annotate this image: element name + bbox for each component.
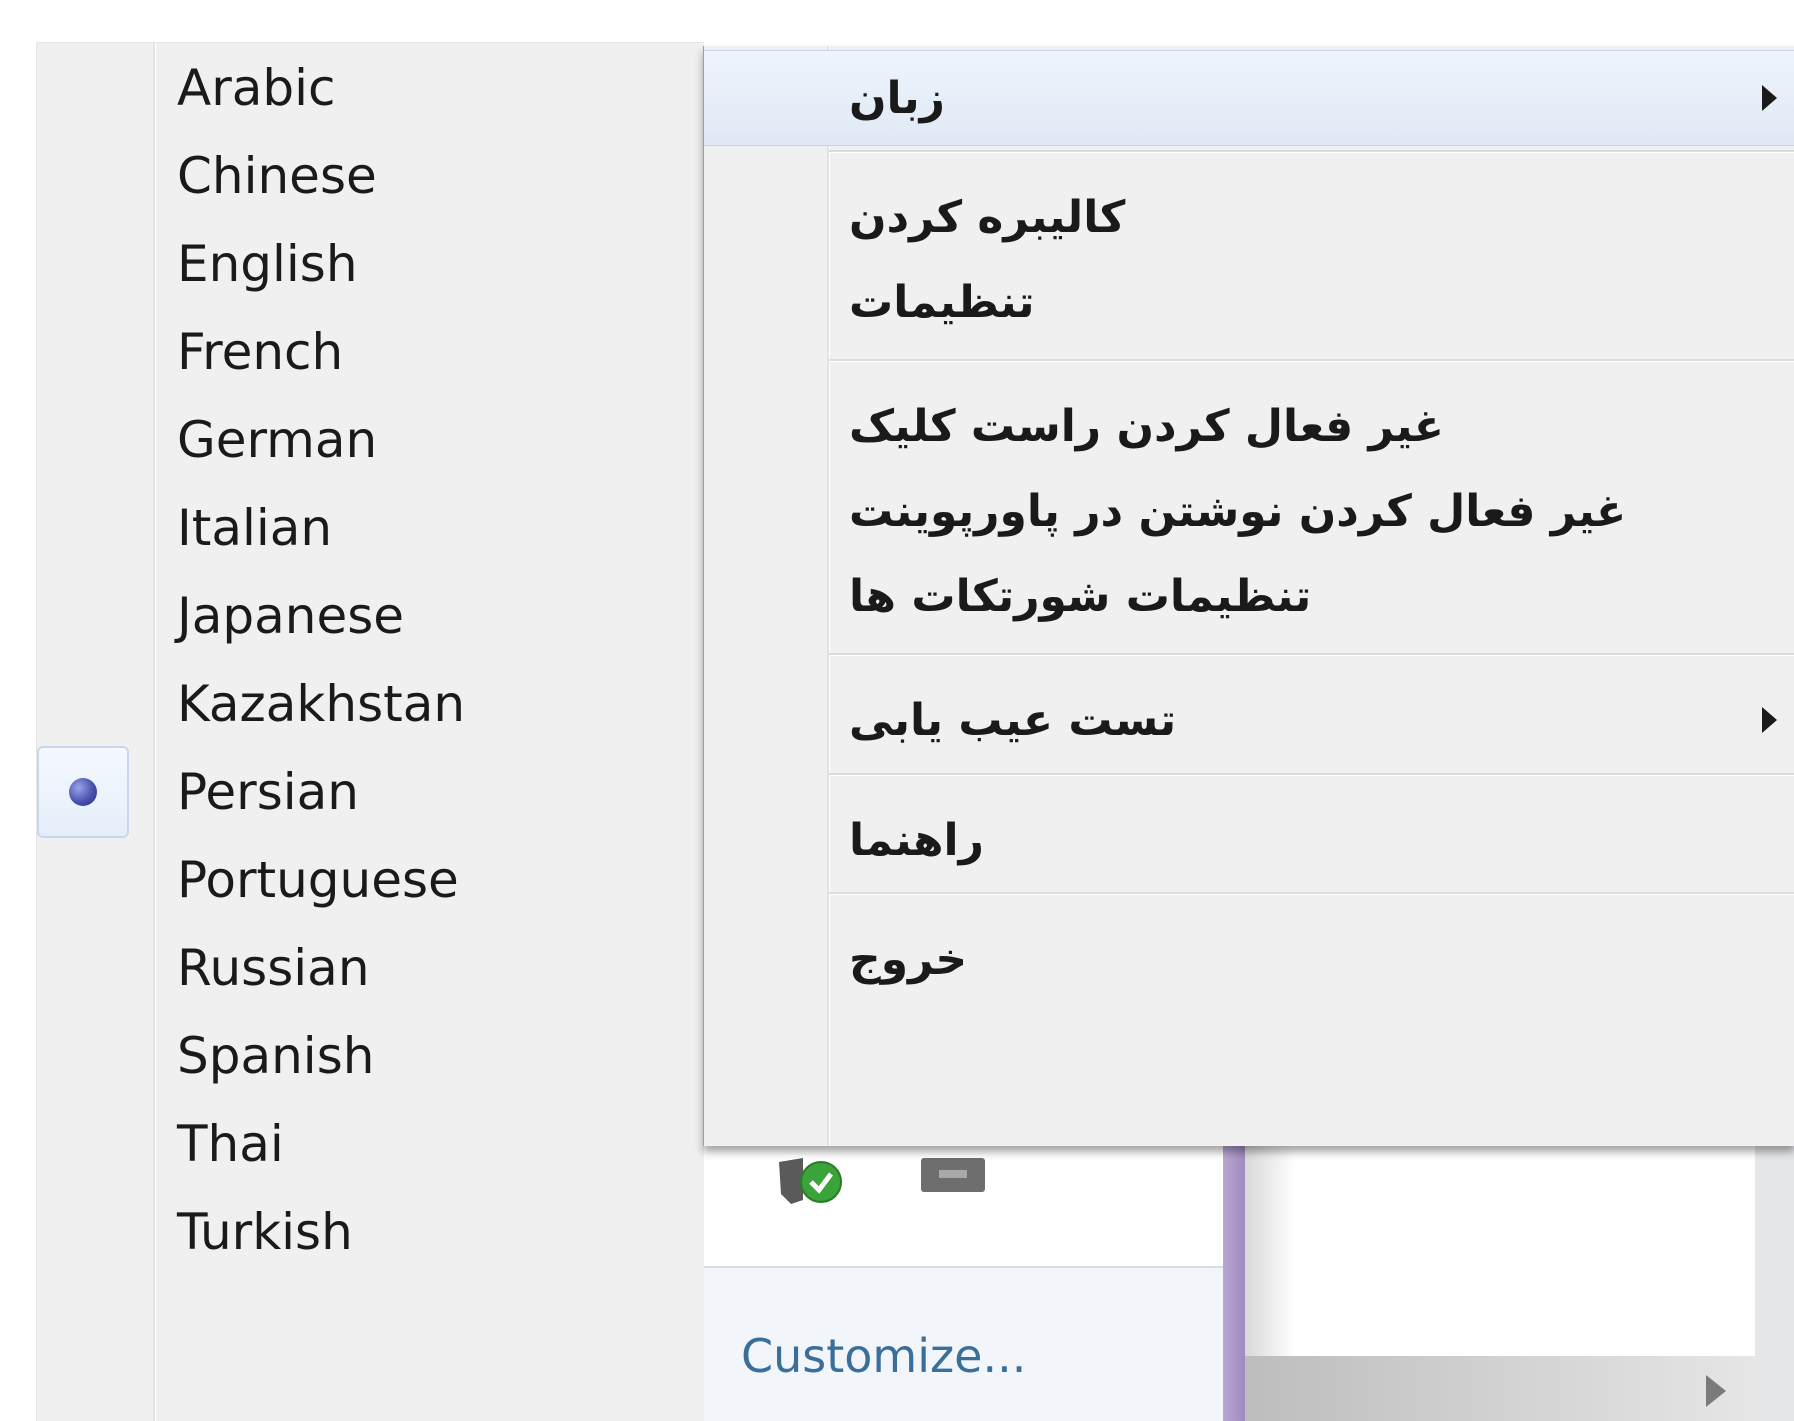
network-icon[interactable] bbox=[921, 1158, 985, 1192]
menu-item-language-kazakhstan[interactable]: Kazakhstan bbox=[177, 659, 465, 749]
menu-item-language-chinese[interactable]: Chinese bbox=[177, 131, 377, 221]
menu-item-language-russian[interactable]: Russian bbox=[177, 923, 370, 1013]
security-check-icon[interactable] bbox=[773, 1154, 845, 1208]
menu-separator bbox=[829, 359, 1794, 362]
radio-dot-icon bbox=[69, 778, 97, 806]
menu-item-language-persian[interactable]: Persian bbox=[177, 747, 359, 837]
menu-item-language-italian[interactable]: Italian bbox=[177, 483, 332, 573]
menu-item-language-arabic[interactable]: Arabic bbox=[177, 43, 336, 133]
menu-item-language-turkish[interactable]: Turkish bbox=[177, 1187, 353, 1277]
menu-item-language[interactable]: زبان bbox=[704, 50, 1794, 146]
chevron-right-icon[interactable] bbox=[1706, 1375, 1726, 1407]
menu-item-language-japanese[interactable]: Japanese bbox=[177, 571, 404, 661]
language-submenu: Arabic Chinese English French German Italian J… bbox=[36, 42, 704, 1421]
menu-item-label: تنظیمات bbox=[849, 277, 1035, 328]
menu-item-label: کالیبره کردن bbox=[849, 192, 1126, 243]
menu-item-label: راهنما bbox=[849, 815, 984, 866]
menu-item-help[interactable]: راهنما bbox=[704, 793, 1794, 889]
submenu-arrow-icon bbox=[1762, 707, 1777, 733]
menu-item-exit[interactable]: خروج bbox=[704, 912, 1794, 1008]
right-edge-panel bbox=[1755, 1146, 1794, 1421]
menu-item-language-french[interactable]: French bbox=[177, 307, 343, 397]
window-border bbox=[1223, 1146, 1245, 1421]
menu-gutter bbox=[153, 43, 156, 1421]
menu-separator bbox=[829, 653, 1794, 656]
menu-item-language-english[interactable]: English bbox=[177, 219, 358, 309]
menu-item-disable-right-click[interactable]: غیر فعال کردن راست کلیک bbox=[704, 379, 1794, 475]
menu-item-label: خروج bbox=[849, 934, 968, 985]
background-menu-strip bbox=[1245, 1356, 1755, 1421]
menu-item-language-german[interactable]: German bbox=[177, 395, 377, 485]
menu-separator bbox=[829, 892, 1794, 895]
menu-item-label: تست عیب یابی bbox=[849, 695, 1177, 746]
menu-item-shortcut-settings[interactable]: تنظیمات شورتکات ها bbox=[704, 549, 1794, 645]
menu-item-label: غیر فعال کردن نوشتن در پاورپوینت bbox=[849, 486, 1627, 537]
menu-item-label: غیر فعال کردن راست کلیک bbox=[849, 401, 1444, 452]
menu-item-calibrate[interactable]: کالیبره کردن bbox=[704, 170, 1794, 266]
menu-item-language-portuguese[interactable]: Portuguese bbox=[177, 835, 459, 925]
radio-selection-box bbox=[37, 746, 129, 838]
menu-separator bbox=[829, 773, 1794, 776]
menu-item-label: تنظیمات شورتکات ها bbox=[849, 571, 1312, 622]
customize-link[interactable]: Customize... bbox=[741, 1329, 1026, 1383]
submenu-arrow-icon bbox=[1762, 85, 1777, 111]
menu-item-disable-powerpoint-writing[interactable]: غیر فعال کردن نوشتن در پاورپوینت bbox=[704, 464, 1794, 560]
menu-item-language-spanish[interactable]: Spanish bbox=[177, 1011, 374, 1101]
desktop-screen: Customize... Arabic Chinese English French G… bbox=[0, 0, 1794, 1421]
menu-item-label: زبان bbox=[849, 73, 945, 124]
menu-item-troubleshoot[interactable]: تست عیب یابی bbox=[704, 673, 1794, 769]
menu-item-settings[interactable]: تنظیمات bbox=[704, 255, 1794, 351]
context-menu: زبان کالیبره کردن تنظیمات غیر فعال کردن راس… bbox=[703, 46, 1794, 1146]
menu-item-language-thai[interactable]: Thai bbox=[177, 1099, 284, 1189]
notification-area-panel: Customize... bbox=[703, 1146, 1223, 1421]
menu-separator bbox=[829, 150, 1794, 153]
